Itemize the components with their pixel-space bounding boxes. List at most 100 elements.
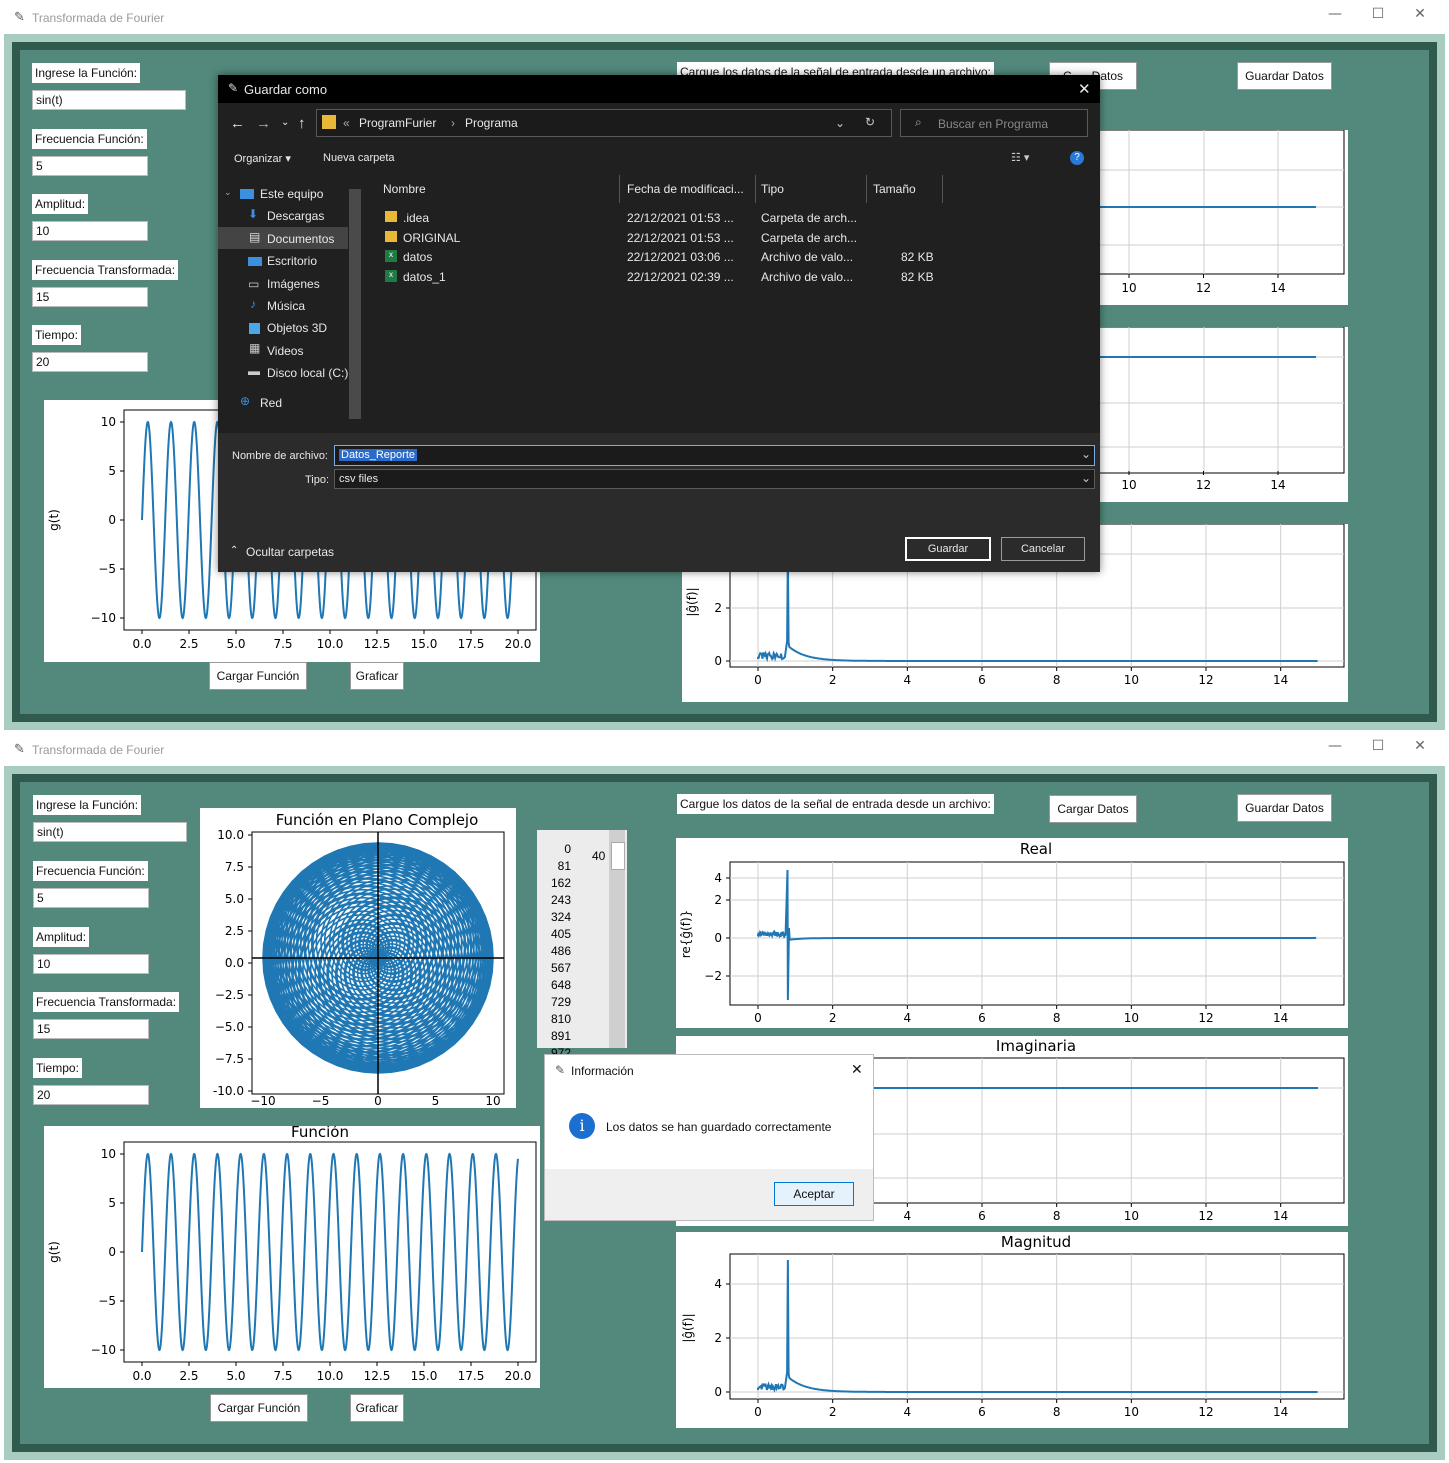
x-tick-label: 4 <box>904 1209 912 1223</box>
col-date[interactable]: Fecha de modificaci... <box>627 182 744 196</box>
maximize-button[interactable]: ☐ <box>1366 6 1390 22</box>
list-item[interactable]: 567 <box>537 961 573 978</box>
col-size[interactable]: Tamaño <box>873 182 916 196</box>
list-item[interactable]: 324 <box>537 910 573 927</box>
file-name[interactable]: datos_1 <box>403 270 446 284</box>
plot-button[interactable]: Graficar <box>350 1394 404 1422</box>
x-tick-label: 14 <box>1270 281 1285 295</box>
load-data-button[interactable]: Cargar Datos <box>1049 795 1137 823</box>
x-tick-label: 4 <box>904 1011 912 1025</box>
nav-item-music[interactable]: Música <box>267 299 305 313</box>
list-item[interactable]: 486 <box>537 944 573 961</box>
list-item[interactable]: 405 <box>537 927 573 944</box>
refresh-icon[interactable]: ↻ <box>865 115 875 129</box>
close-button[interactable]: ✕ <box>1408 6 1432 22</box>
maximize-button[interactable]: ☐ <box>1366 738 1390 754</box>
list-item[interactable]: 162 <box>537 876 573 893</box>
list-item[interactable]: 891 <box>537 1029 573 1046</box>
x-tick-label: 6 <box>978 1011 986 1025</box>
nav-item-downloads[interactable]: Descargas <box>267 209 324 223</box>
forward-icon[interactable]: → <box>256 115 271 132</box>
x-tick-label: 2.5 <box>179 637 198 651</box>
y-tick-label: −2 <box>704 969 722 983</box>
new-folder-button[interactable]: Nueva carpeta <box>323 152 395 164</box>
freq-function-input[interactable]: 5 <box>32 156 148 176</box>
up-icon[interactable]: ↑ <box>298 115 306 132</box>
nav-scrollbar[interactable] <box>349 189 361 419</box>
type-select[interactable]: csv files ⌄ <box>334 469 1095 489</box>
back-icon[interactable]: ← <box>230 115 245 132</box>
chevron-down-icon[interactable]: ⌄ <box>1081 447 1091 461</box>
x-tick-label: 6 <box>978 1209 986 1223</box>
chevron-down-icon[interactable]: ⌄ <box>1081 471 1091 485</box>
function-input[interactable]: sin(t) <box>33 822 187 842</box>
save-data-button[interactable]: Guardar Datos <box>1237 794 1332 822</box>
hide-folders-button[interactable]: Ocultar carpetas <box>246 545 334 559</box>
time-input[interactable]: 20 <box>33 1085 149 1105</box>
close-button[interactable]: ✕ <box>1408 738 1432 754</box>
list-item[interactable]: 648 <box>537 978 573 995</box>
amplitude-input[interactable]: 10 <box>32 221 148 241</box>
save-data-button[interactable]: Guardar Datos <box>1237 62 1332 90</box>
nav-item-network[interactable]: Red <box>260 396 282 410</box>
filename-value: Datos_Reporte <box>339 449 417 461</box>
folder-icon <box>322 115 336 129</box>
col-name[interactable]: Nombre <box>383 182 426 196</box>
time-input[interactable]: 20 <box>32 352 148 372</box>
nav-item-images[interactable]: Imágenes <box>267 277 320 291</box>
save-button[interactable]: Guardar <box>905 537 991 561</box>
list-item[interactable]: 729 <box>537 995 573 1012</box>
organize-menu[interactable]: Organizar ▾ <box>234 152 291 165</box>
scroll-thumb[interactable] <box>611 842 625 870</box>
filename-input[interactable]: Datos_Reporte ⌄ <box>334 445 1095 466</box>
path-segment-2[interactable]: Programa <box>465 116 518 130</box>
path-segment-1[interactable]: ProgramFurier <box>359 116 436 130</box>
minimize-button[interactable]: — <box>1323 6 1347 22</box>
help-icon[interactable]: ? <box>1070 151 1084 165</box>
freq-function-input[interactable]: 5 <box>33 888 149 908</box>
freq-transform-input[interactable]: 15 <box>32 287 148 307</box>
file-name[interactable]: .idea <box>403 211 429 225</box>
listbox-scrollbar[interactable] <box>609 830 625 1048</box>
cancel-button[interactable]: Cancelar <box>1001 537 1085 561</box>
search-field[interactable]: ⌕ Buscar en Programa <box>900 109 1088 137</box>
nav-item-this-pc[interactable]: Este equipo <box>260 187 323 201</box>
info-close-button[interactable]: ✕ <box>851 1061 863 1078</box>
minimize-button[interactable]: — <box>1323 738 1347 754</box>
chevron-down-icon[interactable]: ⌄ <box>281 117 289 128</box>
y-tick-label: −10 <box>91 1343 116 1357</box>
y-tick-label: 0 <box>714 931 722 945</box>
chevron-down-icon[interactable]: ⌄ <box>835 116 845 130</box>
view-options-icon[interactable]: ☷ ▾ <box>1011 151 1029 164</box>
amplitude-input[interactable]: 10 <box>33 954 149 974</box>
nav-item-videos[interactable]: Videos <box>267 344 303 358</box>
x-tick-label: 12.5 <box>364 1369 391 1383</box>
nav-item-local-disk[interactable]: Disco local (C:) <box>267 366 348 380</box>
ok-button[interactable]: Aceptar <box>774 1182 854 1206</box>
file-name[interactable]: ORIGINAL <box>403 231 460 245</box>
nav-item-documents[interactable]: Documentos <box>267 232 334 246</box>
x-tick-label: 7.5 <box>273 637 292 651</box>
load-function-button[interactable]: Cargar Función <box>210 1394 308 1422</box>
y-tick-label: −2.5 <box>215 988 244 1002</box>
list-item[interactable]: 243 <box>537 893 573 910</box>
col-type[interactable]: Tipo <box>761 182 784 196</box>
chevron-up-icon[interactable]: ⌃ <box>230 545 238 556</box>
x-tick-label: 10 <box>1121 478 1136 492</box>
info-title: Información <box>571 1064 634 1078</box>
load-function-button[interactable]: Cargar Función <box>209 662 307 690</box>
y-tick-label: 0 <box>714 654 722 668</box>
function-input[interactable]: sin(t) <box>32 90 186 110</box>
nav-item-desktop[interactable]: Escritorio <box>267 254 317 268</box>
list-item[interactable]: 0 <box>537 842 573 859</box>
address-bar[interactable]: « ProgramFurier › Programa ⌄ ↻ <box>316 109 892 137</box>
nav-item-3d-objects[interactable]: Objetos 3D <box>267 321 327 335</box>
list-item[interactable]: 810 <box>537 1012 573 1029</box>
plot-button[interactable]: Graficar <box>350 662 404 690</box>
file-name[interactable]: datos <box>403 250 432 264</box>
x-tick-label: 10 <box>485 1094 500 1108</box>
freq-transform-input[interactable]: 15 <box>33 1019 149 1039</box>
data-listbox[interactable]: 0 81 162 243 324 405 486 567 648 729 810 891 972 40 <box>537 830 627 1048</box>
dialog-close-button[interactable]: ✕ <box>1078 80 1091 98</box>
list-item[interactable]: 81 <box>537 859 573 876</box>
